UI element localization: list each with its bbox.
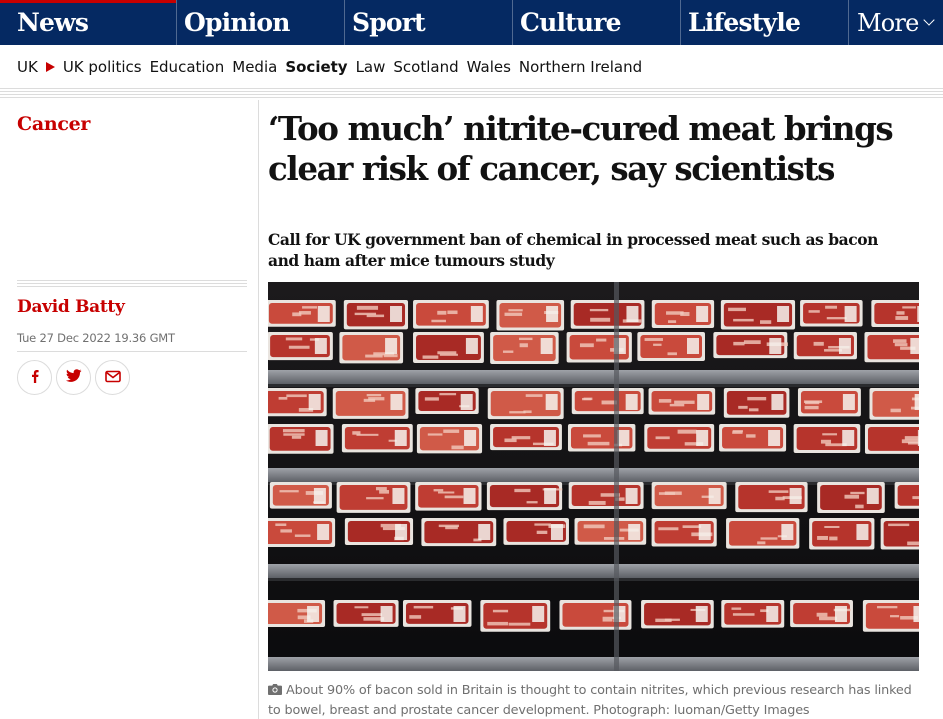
camera-icon [268,682,282,701]
email-icon [104,368,121,387]
subnav-media[interactable]: Media [232,58,277,76]
nav-lifestyle[interactable]: Lifestyle [688,0,801,45]
subnav-uk-politics[interactable]: UK politics [63,58,142,76]
article-meta: Cancer David Batty Tue 27 Dec 2022 19.36… [0,100,259,719]
facebook-icon [28,368,42,387]
subnav-northern-ireland[interactable]: Northern Ireland [519,58,642,76]
meat-shelves-illustration [268,282,919,671]
article-standfirst: Call for UK government ban of chemical i… [268,230,878,270]
nav-divider [344,0,345,45]
article-main-image [268,282,919,671]
image-caption: About 90% of bacon sold in Britain is th… [268,681,928,719]
share-facebook-button[interactable] [17,360,52,395]
nav-sport[interactable]: Sport [352,0,426,45]
nav-divider [848,0,849,45]
share-email-button[interactable] [95,360,130,395]
nav-divider [176,0,177,45]
nav-culture[interactable]: Culture [520,0,622,45]
twitter-icon [65,368,82,387]
subnav: UK UK politics Education Media Society L… [0,45,943,89]
byline-divider [17,280,247,289]
nav-opinion[interactable]: Opinion [184,0,290,45]
subnav-society[interactable]: Society [285,58,347,76]
article-headline: ‘Too much’ nitrite-cured meat brings cle… [268,109,894,188]
author-link[interactable]: David Batty [17,297,125,317]
subnav-law[interactable]: Law [356,58,386,76]
nav-more-button[interactable]: More [857,0,935,45]
subnav-uk[interactable]: UK [17,58,38,76]
publish-date: Tue 27 Dec 2022 19.36 GMT [17,331,175,345]
subnav-scotland[interactable]: Scotland [393,58,458,76]
image-caption-text: About 90% of bacon sold in Britain is th… [268,683,912,718]
nav-divider [512,0,513,45]
nav-divider [680,0,681,45]
triangle-right-icon [45,61,55,72]
subnav-education[interactable]: Education [150,58,225,76]
section-divider [0,91,943,99]
chevron-down-icon [922,13,935,26]
nav-more-label: More [857,8,919,37]
section-tag[interactable]: Cancer [17,113,90,135]
share-twitter-button[interactable] [56,360,91,395]
nav-news[interactable]: News [17,0,89,45]
subnav-wales[interactable]: Wales [467,58,511,76]
meta-divider [17,351,247,352]
primary-nav: News Opinion Sport Culture Lifestyle Mor… [0,0,943,45]
